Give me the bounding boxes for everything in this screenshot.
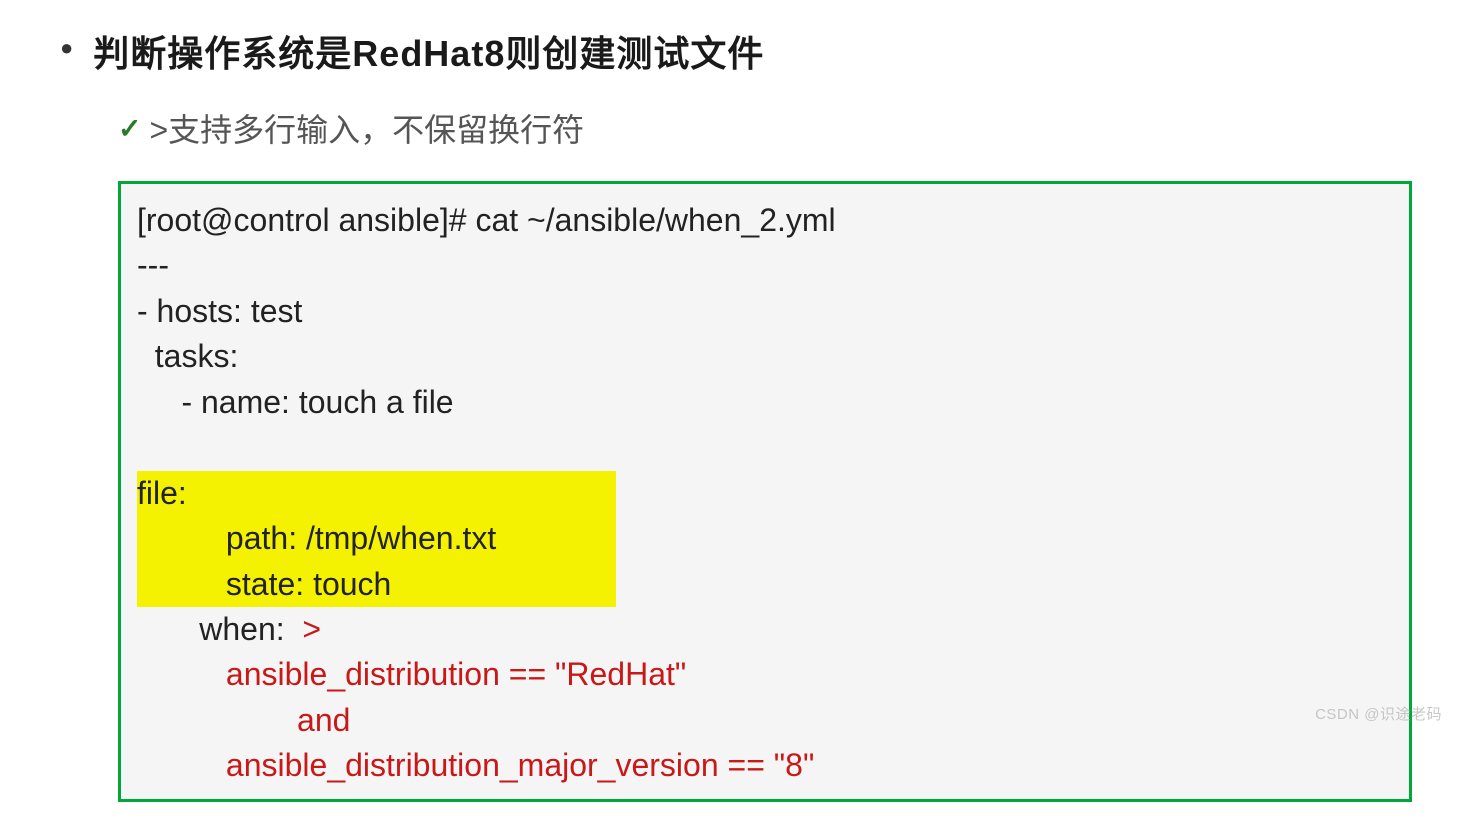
document-content: ● 判断操作系统是RedHat8则创建测试文件 ✓ >支持多行输入，不保留换行符… (0, 0, 1472, 827)
checkmark-icon: ✓ (118, 112, 141, 145)
code-line-3: - hosts: test (137, 293, 302, 329)
code-line-1: [root@control ansible]# cat ~/ansible/wh… (137, 202, 836, 238)
code-line-7: path: /tmp/when.txt (137, 520, 496, 556)
code-line-10: ansible_distribution == "RedHat" (137, 656, 686, 692)
code-line-6b: file: (137, 475, 187, 511)
code-line-9a: when: (137, 611, 302, 647)
code-highlight-block: file: path: /tmp/when.txt state: touch (137, 471, 616, 607)
document-title: 判断操作系统是RedHat8则创建测试文件 (93, 25, 764, 77)
code-line-2: --- (137, 247, 169, 283)
code-line-5: - name: touch a file (137, 384, 454, 420)
code-line-11: and (137, 702, 350, 738)
code-block: [root@control ansible]# cat ~/ansible/wh… (118, 181, 1412, 802)
code-line-8: state: touch (137, 566, 391, 602)
code-line-9b: > (302, 611, 321, 647)
subtitle-text: >支持多行输入，不保留换行符 (149, 105, 584, 151)
title-row: ● 判断操作系统是RedHat8则创建测试文件 (60, 25, 1412, 77)
watermark: CSDN @识途老码 (1315, 703, 1442, 724)
bullet-icon: ● (60, 37, 73, 59)
subtitle-row: ✓ >支持多行输入，不保留换行符 (118, 105, 1412, 151)
code-line-4: tasks: (137, 338, 238, 374)
code-line-6-indent (137, 429, 199, 465)
code-line-12: ansible_distribution_major_version == "8… (137, 747, 814, 783)
